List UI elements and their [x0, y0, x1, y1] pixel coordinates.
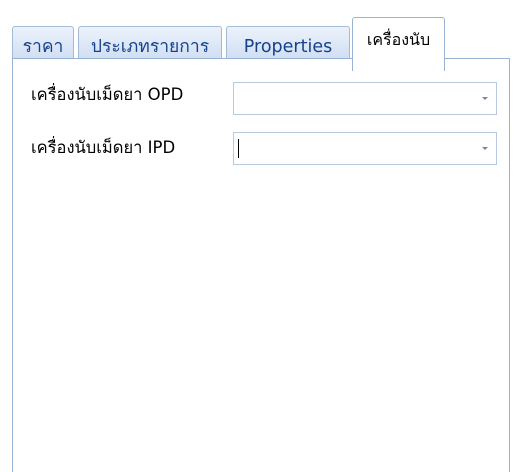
opd-counter-dropdown[interactable]	[233, 82, 497, 115]
ipd-counter-dropdown[interactable]	[233, 132, 497, 165]
chevron-down-icon[interactable]	[482, 97, 488, 100]
tab-counter[interactable]: เครื่องนับ	[352, 17, 445, 71]
tab-panel-counter: เครื่องนับเม็ดยา OPD เครื่องนับเม็ดยา IP…	[12, 58, 510, 472]
chevron-down-icon[interactable]	[482, 147, 488, 150]
opd-counter-value	[238, 83, 470, 114]
opd-counter-label: เครื่องนับเม็ดยา OPD	[31, 85, 184, 104]
text-cursor	[238, 139, 239, 158]
tab-strip: ราคา ประเภทรายการ Properties เครื่องนับ	[12, 12, 510, 71]
properties-window: ราคา ประเภทรายการ Properties เครื่องนับ …	[0, 0, 517, 472]
ipd-counter-label: เครื่องนับเม็ดยา IPD	[31, 138, 176, 157]
ipd-counter-value	[238, 133, 470, 164]
